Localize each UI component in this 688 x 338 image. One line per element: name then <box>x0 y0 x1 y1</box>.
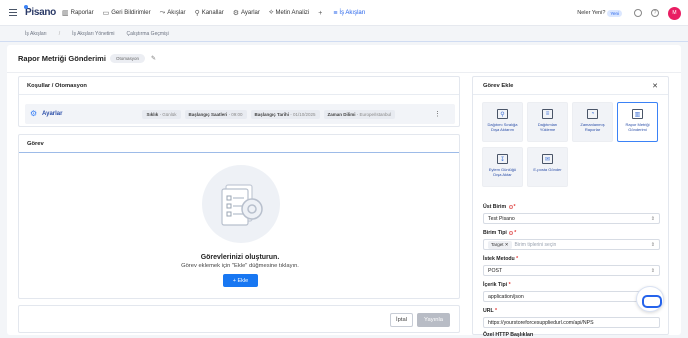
info-icon <box>509 230 514 235</box>
ust-birim-label: Üst Birim * <box>483 204 516 210</box>
panel-title: Görev Ekle <box>473 77 668 95</box>
nav-label: İş Akışları <box>339 10 366 16</box>
add-task-button[interactable]: + Ekle <box>223 274 258 287</box>
birim-tipi-select[interactable]: Target ✕ Birim tiplerini seçin ⇕ <box>483 239 660 250</box>
breadcrumb-calistirma-gecmisi[interactable]: Çalıştırma Geçmişi <box>127 31 169 37</box>
istek-metodu-select[interactable]: POST ⇕ <box>483 265 660 276</box>
icerik-tipi-input[interactable]: application/json <box>483 291 660 302</box>
chat-widget-icon[interactable] <box>636 286 664 312</box>
empty-state-subtitle: Görev eklemek için "Ekle" düğmesine tıkl… <box>181 263 299 269</box>
new-badge: Yeni <box>607 9 622 17</box>
chevron-updown-icon: ⇕ <box>650 268 655 274</box>
gear-icon: ⚙ <box>232 10 239 17</box>
tile-label: Dağıtımı Sıralığa Dışa Aktarım <box>487 122 518 132</box>
chip-zaman-dilimi: Zaman Dilimi · Europe/Istanbul <box>323 109 396 119</box>
birim-tipi-label: Birim Tipi * <box>483 230 517 236</box>
tile-action-log-export[interactable]: ↧ Eylem Günlüğü Dışa Aktar <box>482 147 523 187</box>
reports-icon: ▥ <box>62 10 69 17</box>
help-icon[interactable]: ? <box>651 9 659 17</box>
breadcrumb-separator: / <box>58 30 61 37</box>
metric-icon: ▥ <box>632 109 643 119</box>
log-icon: ↧ <box>497 154 508 164</box>
chevron-updown-icon: ⇕ <box>650 216 655 222</box>
settings-icon: ⚙ <box>30 109 38 118</box>
tile-label: Zamanlanmış Raporlar <box>580 122 605 132</box>
chevron-updown-icon: ⇕ <box>650 242 655 248</box>
nav-item-metin-analizi[interactable]: ⟡ Metin Analizi <box>269 9 309 17</box>
email-icon: ✉ <box>542 154 553 164</box>
nav-item-kanallar[interactable]: ⚲ Kanallar <box>195 9 224 17</box>
chip-siklik: Sıklık · Günlük <box>142 109 181 119</box>
tile-send-email[interactable]: ✉ E-posta Gönder <box>527 147 568 187</box>
tile-label: Eylem Günlüğü Dışa Aktar <box>488 167 517 177</box>
avatar[interactable]: M <box>668 6 681 20</box>
top-navbar: Pisano ▥ Raporlar ▭ Geri Bildirimler ⤳ Akış… <box>0 0 688 26</box>
plus-icon: + <box>318 9 323 17</box>
topbar-right: Neler Yeni? Yeni ? M <box>577 0 688 26</box>
cancel-button[interactable]: İptal <box>390 313 413 327</box>
list-icon: ≡ <box>542 109 553 119</box>
nav-item-is-akislari[interactable]: ≡ İş Akışları <box>333 10 365 17</box>
whats-new-link[interactable]: Neler Yeni? <box>577 10 605 16</box>
close-icon[interactable]: ✕ <box>652 82 658 90</box>
nav-item-ayarlar[interactable]: ⚙ Ayarlar <box>233 9 260 17</box>
tile-label: Rapor Metriği Gönderimi <box>625 122 650 132</box>
url-input[interactable]: https://yourstoreforcesuppliedurl.com/ap… <box>483 317 660 328</box>
nav-label: Kanallar <box>201 10 224 16</box>
ozel-http-label: Özel HTTP Başlıkları <box>483 332 534 338</box>
nav-label: Ayarlar <box>241 10 260 16</box>
main-nav: ▥ Raporlar ▭ Geri Bildirimler ⤳ Akışlar ⚲ Ka… <box>62 0 374 26</box>
istek-metodu-label: İstek Metodu * <box>483 256 519 262</box>
ust-birim-select[interactable]: Test Pisano ⇕ <box>483 213 660 224</box>
nav-add-button[interactable]: + <box>318 10 324 17</box>
channels-icon: ⚲ <box>194 10 200 17</box>
breadcrumb-yonetimi[interactable]: İş Akışları Yönetimi <box>72 31 114 37</box>
empty-state-illustration <box>202 165 280 243</box>
nav-label: Raporlar <box>70 10 94 16</box>
chip-baslangic-tarihi: Başlangıç Tarihi · 01/10/2025 <box>250 109 320 119</box>
flows-icon: ⤳ <box>159 9 166 16</box>
chart-icon: ⚲ <box>497 109 508 119</box>
chip-baslangic-saatleri: Başlangıç Saatleri · 09:00 <box>184 109 247 119</box>
menu-icon[interactable] <box>9 9 17 16</box>
more-options-icon[interactable]: ⋮ <box>434 110 441 118</box>
conditions-card: Koşullar / Otomasyon ⚙ Ayarlar Sıklık · … <box>18 76 460 127</box>
breadcrumb-is-akislari[interactable]: İş Akışları <box>25 31 47 37</box>
schedule-icon: ◔ <box>587 109 598 119</box>
task-title: Görev <box>19 135 459 153</box>
info-icon <box>508 204 513 209</box>
text-analysis-icon: ⟡ <box>268 9 274 16</box>
footer-actions: İptal Yayınla <box>18 305 460 333</box>
tile-label: E-posta Gönder <box>533 167 562 172</box>
trigger-label: Ayarlar <box>42 111 63 117</box>
status-badge: Otomasyon <box>109 54 145 63</box>
tile-scheduled-reports[interactable]: ◔ Zamanlanmış Raporlar <box>572 102 613 142</box>
tile-label: Dağıtımları Yükleme <box>537 122 558 132</box>
nav-item-raporlar[interactable]: ▥ Raporlar <box>62 9 94 17</box>
tile-export-distribution[interactable]: ⚲ Dağıtımı Sıralığa Dışa Aktarım <box>482 102 523 142</box>
selected-tag[interactable]: Target ✕ <box>488 240 512 249</box>
publish-button[interactable]: Yayınla <box>417 313 450 327</box>
nav-item-geri-bildirimler[interactable]: ▭ Geri Bildirimler <box>103 9 151 17</box>
search-icon[interactable] <box>634 9 642 17</box>
tile-upload-distributions[interactable]: ≡ Dağıtımları Yükleme <box>527 102 568 142</box>
nav-item-akislar[interactable]: ⤳ Akışlar <box>160 9 186 17</box>
nav-label: Geri Bildirimler <box>111 10 151 16</box>
conditions-title: Koşullar / Otomasyon <box>19 77 459 95</box>
edit-icon[interactable]: ✎ <box>151 55 156 62</box>
workflow-icon: ≡ <box>333 9 338 17</box>
page-header: Rapor Metriği Gönderimi Otomasyon ✎ <box>7 45 681 73</box>
tile-report-metric[interactable]: ▥ Rapor Metriği Gönderimi <box>617 102 658 142</box>
icerik-tipi-label: İçerik Tipi * <box>483 282 511 288</box>
nav-label: Metin Analizi <box>275 10 310 16</box>
empty-state-title: Görevlerinizi oluşturun. <box>200 254 280 261</box>
app-logo[interactable]: Pisano <box>24 5 56 18</box>
trigger-row[interactable]: ⚙ Ayarlar Sıklık · Günlük Başlangıç Saat… <box>25 104 455 124</box>
breadcrumb: İş Akışları / İş Akışları Yönetimi Çalış… <box>0 26 688 42</box>
nav-label: Akışlar <box>167 10 186 16</box>
page-title: Rapor Metriği Gönderimi <box>18 54 106 63</box>
task-card: Görev Görevlerinizi oluşturun. Görev ekl… <box>18 134 460 299</box>
feedback-icon: ▭ <box>102 10 110 17</box>
url-label: URL * <box>483 308 498 314</box>
